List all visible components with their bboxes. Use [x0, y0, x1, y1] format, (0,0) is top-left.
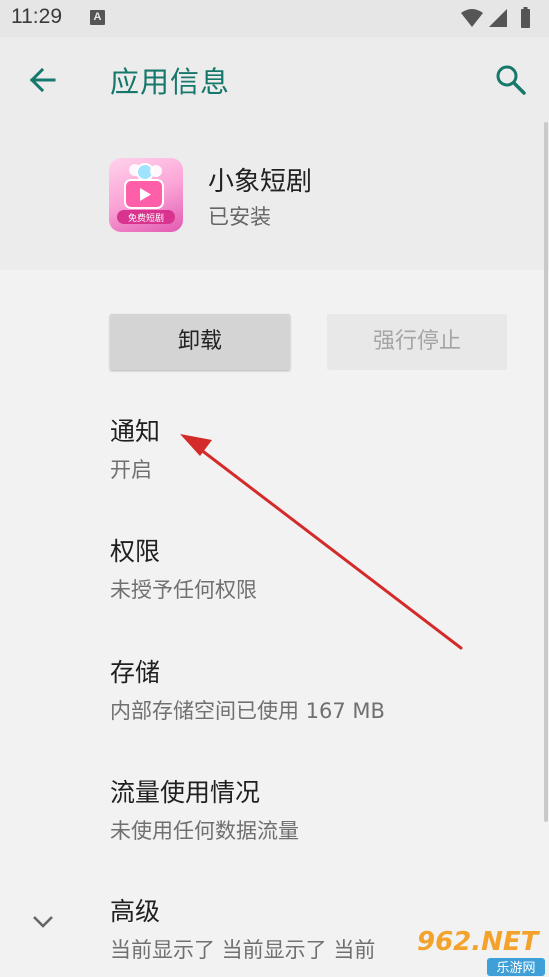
- wifi-icon: [461, 9, 483, 27]
- item-title: 通知: [110, 417, 161, 446]
- item-subtitle: 开启: [110, 458, 152, 482]
- item-title: 权限: [110, 537, 161, 566]
- item-title: 高级: [110, 897, 161, 926]
- force-stop-button[interactable]: 强行停止: [327, 314, 507, 370]
- app-name: 小象短剧: [208, 167, 313, 197]
- notifications-item[interactable]: 通知 开启: [110, 412, 160, 484]
- item-title: 流量使用情况: [110, 778, 261, 807]
- status-icons: [461, 7, 530, 28]
- app-icon-label: 免费短剧: [128, 212, 164, 224]
- notification-icon: A: [90, 10, 105, 25]
- status-bar: 11:29 A: [0, 0, 549, 37]
- app-icon: 免费短剧: [109, 158, 183, 232]
- watermark-logo: 962.NET 乐游网: [417, 927, 545, 976]
- item-subtitle: 当前显示了 当前显示了 当前: [110, 938, 376, 962]
- status-time: 11:29: [11, 5, 62, 28]
- advanced-item[interactable]: 高级 当前显示了 当前显示了 当前: [110, 892, 422, 964]
- data-usage-item[interactable]: 流量使用情况 未使用任何数据流量: [110, 773, 299, 845]
- app-install-status: 已安装: [208, 205, 271, 229]
- svg-text:乐游网: 乐游网: [496, 961, 535, 976]
- app-header: 应用信息 免费短剧 小象短剧 已安装: [0, 37, 549, 270]
- search-icon[interactable]: [493, 62, 529, 98]
- chevron-down-icon[interactable]: [30, 908, 56, 934]
- storage-item[interactable]: 存储 内部存储空间已使用 167 MB: [110, 653, 385, 725]
- arrow-left-icon[interactable]: [24, 62, 64, 98]
- item-title: 存储: [110, 658, 161, 687]
- battery-icon: [521, 7, 530, 28]
- page-title: 应用信息: [110, 65, 231, 99]
- signal-icon: [489, 9, 507, 27]
- item-subtitle: 内部存储空间已使用 167 MB: [110, 699, 385, 723]
- uninstall-button[interactable]: 卸载: [110, 314, 290, 370]
- item-subtitle: 未使用任何数据流量: [110, 819, 299, 843]
- item-subtitle: 未授予任何权限: [110, 578, 257, 602]
- permissions-item[interactable]: 权限 未授予任何权限: [110, 532, 257, 604]
- scrollbar[interactable]: [544, 122, 548, 822]
- svg-text:962.NET: 962.NET: [417, 927, 541, 957]
